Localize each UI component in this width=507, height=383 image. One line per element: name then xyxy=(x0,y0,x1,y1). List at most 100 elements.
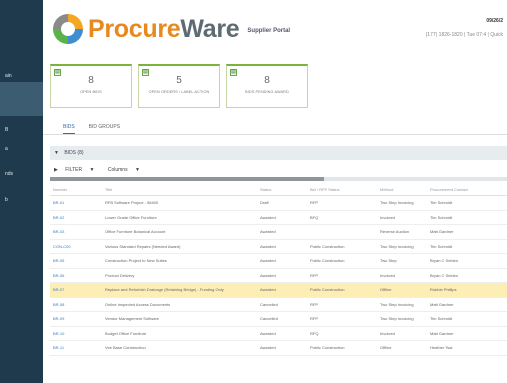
table-cell: Two Step Invoicing xyxy=(380,316,414,322)
card-label: OPEN BIDS xyxy=(80,90,102,94)
bid-number-link[interactable]: BR-09 xyxy=(50,316,105,321)
column-header[interactable]: Bid / RFP Status xyxy=(310,187,380,192)
card-count: 8 xyxy=(88,75,94,86)
filter-label: FILTER xyxy=(65,167,83,173)
table-cell: Matt Gardner xyxy=(430,229,454,235)
table-cell: Vee Base Construction xyxy=(105,345,146,351)
sidebar-item-6[interactable]: b xyxy=(0,194,43,206)
bid-number-link[interactable]: BR-05 xyxy=(50,258,105,263)
tabs: BIDS BID GROUPS xyxy=(63,124,120,134)
bid-number-link[interactable]: BR-10 xyxy=(50,331,105,336)
card-label: OPEN ORDERS / LABEL ACTION xyxy=(148,90,210,94)
table-cell: Draft xyxy=(260,200,269,206)
horizontal-scrollbar[interactable] xyxy=(50,177,507,181)
table-cell: Two Step Invoicing xyxy=(380,243,414,249)
card-icon: ▤ xyxy=(142,69,149,76)
table-row[interactable]: BR-06 Product Delivery Awarded RFP Invoiced B… xyxy=(50,269,507,283)
card-bids-pending-award[interactable]: ▤ 8 BIDS PENDING AWARD xyxy=(226,64,308,108)
table-cell: Construction Project to New Suites xyxy=(105,258,167,264)
chevron-down-icon[interactable]: ▼ xyxy=(54,150,59,156)
bid-number-link[interactable]: BR-03 xyxy=(50,229,105,234)
column-header[interactable]: Title xyxy=(105,187,260,192)
table-cell: RFP xyxy=(310,301,318,307)
table-cell: Matt Gardner xyxy=(430,301,454,307)
header-date: 09/26/2 xyxy=(486,18,503,24)
column-header[interactable]: Status xyxy=(260,187,310,192)
table-cell: Online Inspected Access Documents xyxy=(105,301,171,307)
table-cell: Robbie Phillips xyxy=(430,287,457,293)
brand-ware: Ware xyxy=(180,15,240,43)
column-header[interactable]: Method xyxy=(380,187,430,192)
table-cell: Bryan C Selden xyxy=(430,258,459,264)
table-cell: Cancelled xyxy=(260,301,278,307)
table-cell: Cancelled xyxy=(260,316,278,322)
table-cell: Budget Office Furniture xyxy=(105,330,147,336)
table-cell: Offline xyxy=(380,287,392,293)
table-row[interactable]: CON-C00 Various Standard Repairs (Needed … xyxy=(50,240,507,254)
table-cell: Invoiced xyxy=(380,330,395,336)
card-count: 8 xyxy=(264,75,270,86)
bid-number-link[interactable]: BR-06 xyxy=(50,273,105,278)
tab-bid-groups[interactable]: BID GROUPS xyxy=(89,124,120,134)
expand-arrow-icon[interactable]: ▶ xyxy=(54,167,58,173)
table-row[interactable]: BR-08 Online Inspected Access Documents Ca… xyxy=(50,298,507,312)
header-user-info: (177) 1826-1820 | Tue 07:4 | Quick xyxy=(425,32,503,38)
brand-name: ProcureWare xyxy=(88,14,240,44)
column-header[interactable]: Procurement Contact xyxy=(430,187,507,192)
table-cell: Matt Gardner xyxy=(430,330,454,336)
table-cell: Awarded xyxy=(260,243,276,249)
sidebar-item-5[interactable]: nds xyxy=(0,168,43,180)
tab-bids[interactable]: BIDS xyxy=(63,124,75,134)
table-cell: RFP xyxy=(310,272,318,278)
card-icon: ▤ xyxy=(54,69,61,76)
filter-row: ▶ FILTER ▼ Columns ▼ xyxy=(50,164,507,176)
sidebar-item-4[interactable]: a xyxy=(0,143,43,155)
sidebar-item-3[interactable]: B xyxy=(0,124,43,136)
brand-procure: Procure xyxy=(88,15,181,43)
scrollbar-thumb[interactable] xyxy=(50,177,325,181)
table-row[interactable]: BR-02 Lower Grade Office Furniture Awarded… xyxy=(50,211,507,225)
table-cell: Awarded xyxy=(260,229,276,235)
filter-chevron-icon: ▼ xyxy=(89,167,95,173)
table-cell: Bryan C Selden xyxy=(430,272,459,278)
table-cell: Vendor Management Software xyxy=(105,316,160,322)
summary-cards: ▤ 8 OPEN BIDS ▤ 5 OPEN ORDERS / LABEL AC… xyxy=(50,64,308,108)
table-cell: Office Furniture Botanical Account xyxy=(105,229,166,235)
bid-number-link[interactable]: BR-11 xyxy=(50,345,105,350)
sidebar-item-active[interactable] xyxy=(0,82,43,116)
table-cell: Invoiced xyxy=(380,272,395,278)
table-row[interactable]: BR-11 Vee Base Construction Awarded Public … xyxy=(50,341,507,356)
sidebar-item-1[interactable]: ain xyxy=(0,70,43,82)
table-cell: Public Construction xyxy=(310,345,345,351)
table-cell: Product Delivery xyxy=(105,272,135,278)
section-count: (8) xyxy=(77,150,84,156)
column-header[interactable]: Number xyxy=(50,187,105,192)
section-title: BIDS xyxy=(64,150,77,156)
bid-number-link[interactable]: BR-07 xyxy=(50,287,105,292)
table-row[interactable]: BR-10 Budget Office Furniture Awarded RFQ In… xyxy=(50,327,507,341)
table-row[interactable]: BR-09 Vendor Management Software Cancelled… xyxy=(50,312,507,327)
table-row[interactable]: BR-07 Replace and Refurbish Drainage (Ret… xyxy=(50,283,507,298)
filter-button[interactable]: FILTER ▼ xyxy=(65,167,100,173)
columns-chevron-icon: ▼ xyxy=(134,167,140,173)
brand-logo: ProcureWare Supplier Portal xyxy=(53,14,290,44)
table-cell: Offline xyxy=(380,345,392,351)
table-cell: Awarded xyxy=(260,214,276,220)
card-open-bids[interactable]: ▤ 8 OPEN BIDS xyxy=(50,64,132,108)
table-header: Number Title Status Bid / RFP Status Met… xyxy=(50,184,507,196)
bid-number-link[interactable]: BR-02 xyxy=(50,215,105,220)
table-row[interactable]: BR-05 Construction Project to New Suites A… xyxy=(50,254,507,269)
bids-section-header[interactable]: ▼ BIDS (8) xyxy=(50,146,507,160)
table-cell: RFB Software Project - 58400 xyxy=(105,200,159,206)
bid-number-link[interactable]: BR-01 xyxy=(50,200,105,205)
table-row[interactable]: BR-01 RFB Software Project - 58400 Draft RF… xyxy=(50,196,507,211)
table-cell: Awarded xyxy=(260,272,276,278)
table-row[interactable]: BR-03 Office Furniture Botanical Account A… xyxy=(50,225,507,240)
columns-button[interactable]: Columns ▼ xyxy=(108,167,146,173)
card-open-orders[interactable]: ▤ 5 OPEN ORDERS / LABEL ACTION xyxy=(138,64,220,108)
table-cell: Tim Schmidt xyxy=(430,200,453,206)
bid-number-link[interactable]: CON-C00 xyxy=(50,244,105,249)
table-cell: Various Standard Repairs (Needed Award) xyxy=(105,243,181,249)
table-cell: Heather Tsai xyxy=(430,345,453,351)
bid-number-link[interactable]: BR-08 xyxy=(50,302,105,307)
